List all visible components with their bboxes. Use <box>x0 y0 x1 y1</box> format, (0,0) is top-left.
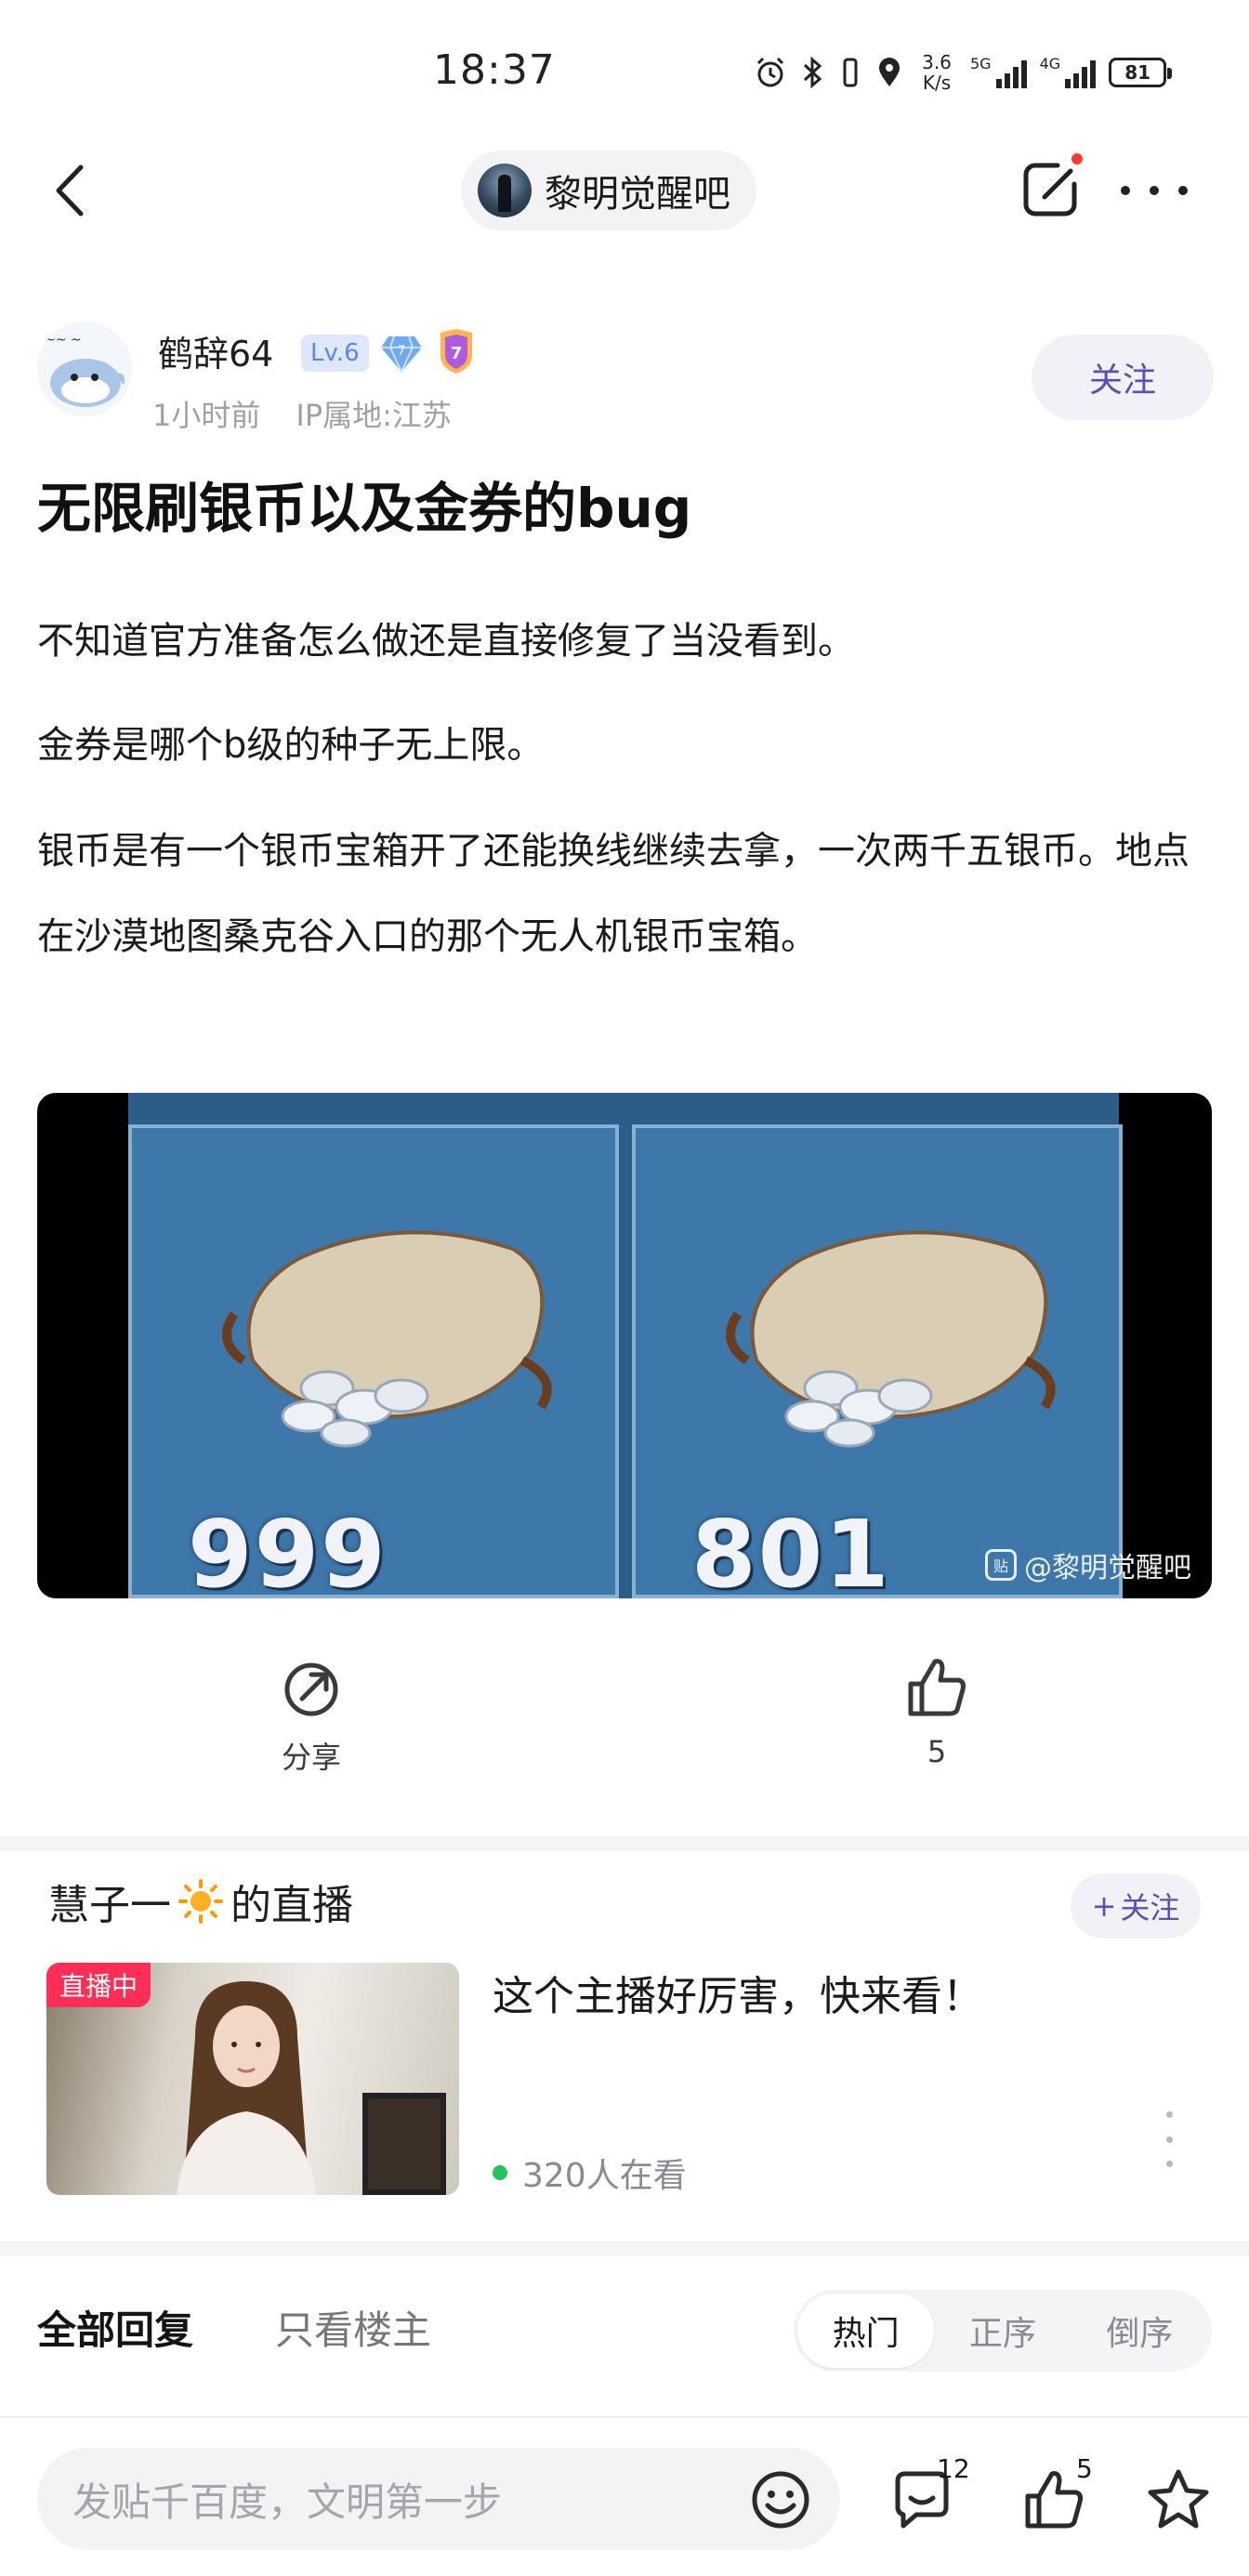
live-follow-button[interactable]: + 关注 <box>1071 1873 1201 1939</box>
sort-descending[interactable]: 倒序 <box>1072 2293 1208 2368</box>
live-badge: 直播中 <box>46 1963 151 2007</box>
item-slot: 801 <box>632 1124 1123 1598</box>
coin-bag-icon <box>222 1230 552 1448</box>
live-title: 慧子一 的直播 <box>48 1872 353 1931</box>
viewer-count-text: 320人在看 <box>522 2157 687 2195</box>
reply-tabs: 全部回复 只看楼主 热门 正序 倒序 <box>0 2256 1249 2396</box>
live-thumbnail[interactable]: 直播中 <box>46 1963 459 2195</box>
net-speed-unit: K/s <box>922 72 952 94</box>
author-name[interactable]: 鹤辞64 <box>158 325 273 376</box>
follow-button[interactable]: 关注 <box>1032 335 1214 420</box>
post-paragraph: 银币是有一个银币宝箱开了还能换线继续去拿，一次两千五银币。地点在沙漠地图桑克谷入… <box>37 830 1190 958</box>
emoji-icon[interactable] <box>747 2466 814 2533</box>
sort-hot[interactable]: 热门 <box>797 2293 935 2368</box>
share-icon <box>284 1663 338 1716</box>
like-count: 5 <box>1076 2453 1093 2484</box>
signal-4g-icon: 4G <box>1040 57 1097 88</box>
status-bar: 18:37 3.6 K/s 5G 4G 81 <box>0 0 1249 139</box>
bottom-bar: 发贴千百度，文明第一步 12 5 <box>0 2418 1249 2576</box>
battery-icon: 81 <box>1109 58 1173 87</box>
nav-bar: 黎明觉醒吧 <box>0 139 1249 242</box>
tab-owner-only[interactable]: 只看楼主 <box>275 2299 431 2356</box>
post-title: 无限刷银币以及金券的bug <box>37 477 692 540</box>
post-time: 1小时前 <box>152 398 261 433</box>
dot-icon <box>1165 2161 1173 2167</box>
dot-icon <box>1165 2111 1173 2118</box>
tab-all-replies[interactable]: 全部回复 <box>37 2299 193 2356</box>
post-paragraph: 不知道官方准备怎么做还是直接修复了当没看到。 <box>37 620 855 663</box>
live-title-suffix: 的直播 <box>230 1882 353 1929</box>
bluetooth-icon <box>803 56 822 89</box>
forum-pill-button[interactable]: 黎明觉醒吧 <box>461 151 756 230</box>
ip-location: IP属地:江苏 <box>296 398 452 433</box>
share-button[interactable]: 分享 <box>218 1654 404 1777</box>
star-icon[interactable] <box>1145 2466 1212 2533</box>
svg-text:~~ ~: ~~ ~ <box>45 333 82 348</box>
forum-name: 黎明觉醒吧 <box>545 173 730 216</box>
like-count: 5 <box>927 1734 947 1769</box>
more-button[interactable] <box>1121 167 1188 214</box>
sun-icon <box>178 1879 223 1924</box>
net-speed-value: 3.6 <box>922 51 952 73</box>
back-button[interactable] <box>37 158 102 223</box>
live-description: 这个主播好厉害，快来看！ <box>493 1973 983 2020</box>
chevron-left-icon <box>56 164 84 217</box>
medal-level: 7 <box>451 344 463 363</box>
sim2-label: 4G <box>1039 55 1061 72</box>
viewer-count: 320人在看 <box>493 2149 687 2197</box>
alarm-icon <box>756 57 784 87</box>
signal-5g-icon: 5G <box>970 57 1027 88</box>
dot-icon <box>1165 2136 1173 2143</box>
online-dot-icon <box>493 2165 507 2180</box>
sort-toggle: 热门 正序 倒序 <box>794 2290 1212 2372</box>
section-divider <box>0 2241 1249 2256</box>
net-speed: 3.6 K/s <box>916 52 957 93</box>
tieba-logo-icon: 贴 <box>985 1549 1017 1581</box>
streamer-name: 慧子一 <box>48 1882 171 1929</box>
status-icons: 3.6 K/s 5G 4G 81 <box>753 45 1173 100</box>
dot-icon <box>1178 186 1188 195</box>
level-badge: Lv.6 <box>301 335 369 372</box>
diamond-icon: 7 <box>381 335 422 374</box>
section-divider <box>0 1836 1249 1851</box>
author-avatar[interactable]: ~~ ~ <box>37 322 132 416</box>
diamond-level: 7 <box>398 344 406 359</box>
watermark-text: @黎明觉醒吧 <box>1024 1552 1191 1584</box>
dolphin-avatar-icon: ~~ ~ <box>37 322 132 416</box>
status-time: 18:37 <box>433 46 556 94</box>
item-quantity: 999 <box>188 1500 388 1598</box>
item-quantity: 801 <box>691 1500 891 1598</box>
dot-icon <box>1121 186 1130 195</box>
sort-ascending[interactable]: 正序 <box>934 2293 1071 2368</box>
plus-icon: + <box>1091 1888 1117 1924</box>
game-screenshot: 999 801 <box>128 1093 1123 1598</box>
sim1-label: 5G <box>970 55 992 72</box>
live-follow-label: 关注 <box>1120 1890 1180 1925</box>
picture-frame <box>362 2093 446 2195</box>
post-actions: 分享 5 <box>0 1654 1249 1794</box>
forum-avatar <box>478 164 532 217</box>
item-slot: 999 <box>128 1124 619 1598</box>
comment-input[interactable]: 发贴千百度，文明第一步 <box>37 2448 840 2550</box>
comment-count: 12 <box>937 2453 970 2484</box>
live-more-button[interactable] <box>1164 2111 1175 2167</box>
streamer-photo <box>177 1981 316 2195</box>
coin-bag-icon <box>726 1230 1056 1448</box>
live-stream-card[interactable]: 慧子一 的直播 + 关注 直播中 这个主播好厉害，快来看！ 320人在看 <box>0 1851 1249 2241</box>
image-watermark: 贴 @黎明觉醒吧 <box>985 1544 1191 1585</box>
author-meta: 1小时前 IP属地:江苏 <box>152 392 452 435</box>
medal-icon: 7 <box>440 329 472 374</box>
like-button[interactable]: 5 <box>844 1654 1030 1769</box>
thumbs-up-icon <box>908 1659 966 1716</box>
notification-dot <box>1069 151 1085 167</box>
post-paragraph: 金券是哪个b级的种子无上限。 <box>37 724 545 767</box>
share-label: 分享 <box>281 1740 341 1775</box>
dot-icon <box>1150 186 1159 195</box>
vibrate-icon <box>843 58 858 87</box>
author-row: ~~ ~ 鹤辞64 Lv.6 7 7 1小时前 IP属地:江苏 关注 <box>37 322 1217 442</box>
location-icon <box>879 58 900 86</box>
post-image[interactable]: 999 801 贴 @黎明觉醒吧 <box>37 1093 1212 1598</box>
